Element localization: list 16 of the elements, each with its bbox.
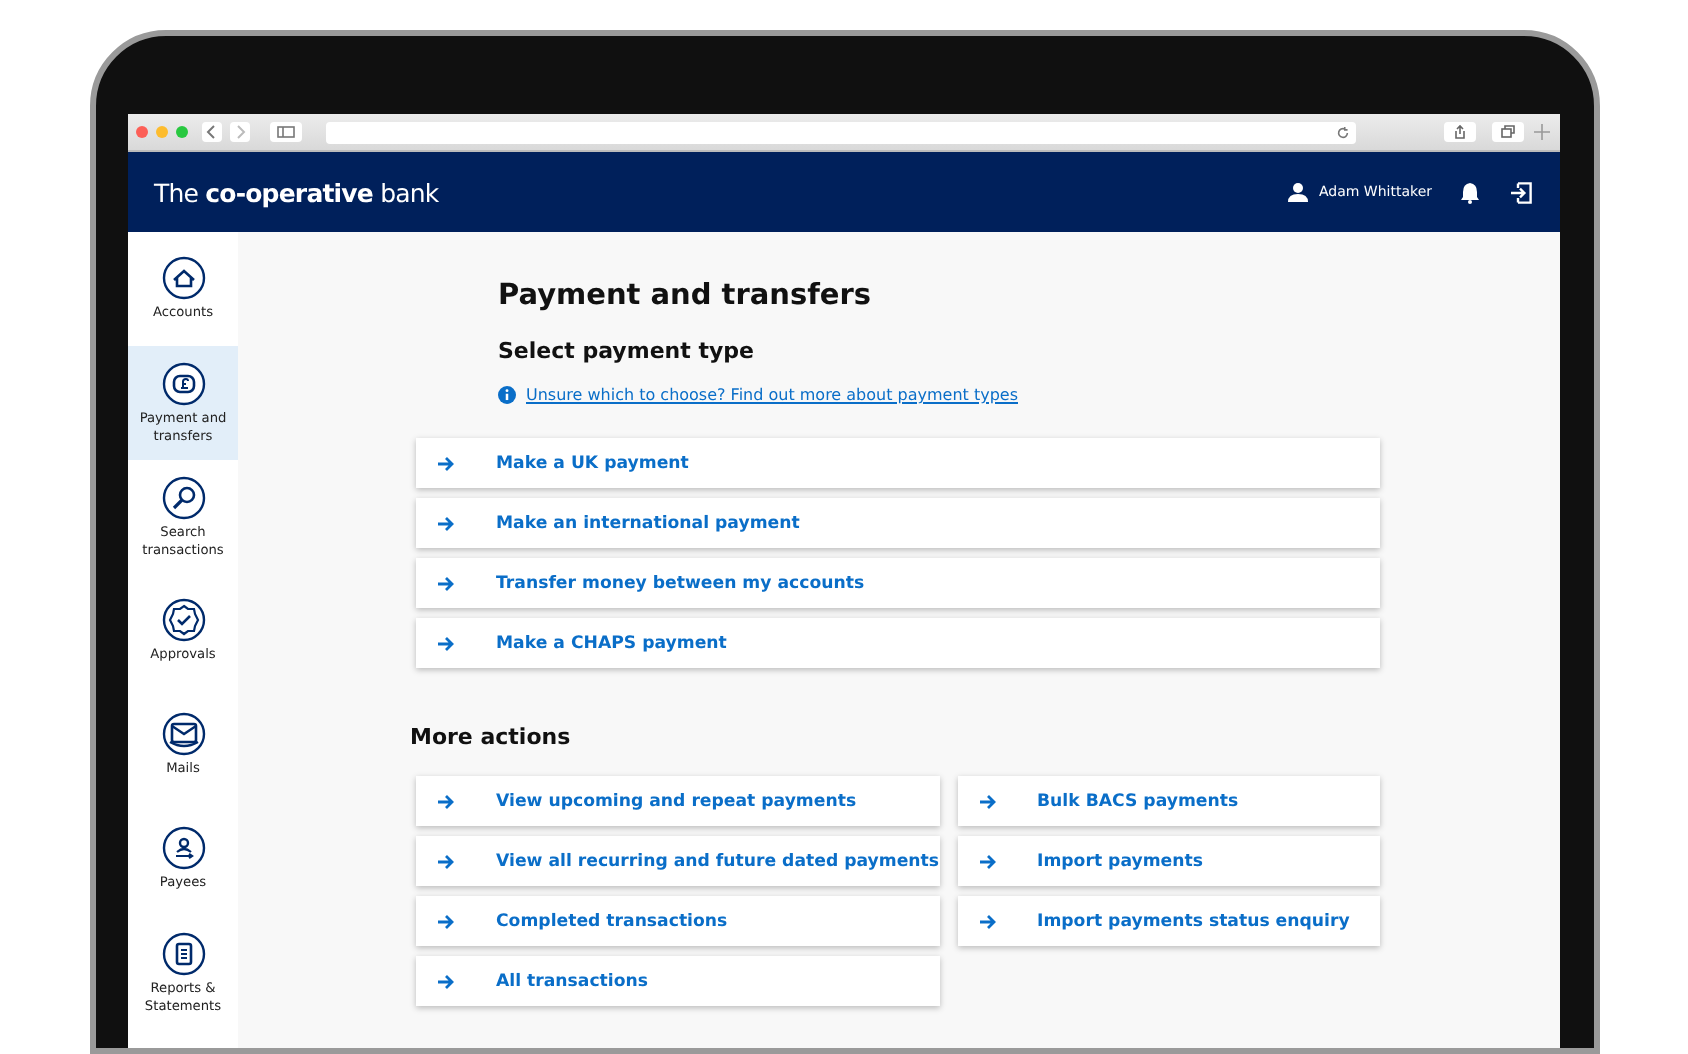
action-link[interactable]: Completed transactions (416, 896, 939, 946)
action-link[interactable]: Make a CHAPS payment (416, 618, 1380, 668)
action-link[interactable]: Make a UK payment (416, 438, 1380, 488)
section-heading: More actions (410, 724, 573, 750)
action-link[interactable]: Import payments status enquiry (957, 896, 1380, 946)
bank-logo[interactable]: The co-operative bank (154, 177, 439, 207)
info-link[interactable]: Unsure which to choose? Find out more about payment types (526, 386, 1018, 404)
page-title: Payment and transfers (498, 280, 874, 316)
action-link[interactable]: Bulk BACS payments (957, 776, 1380, 826)
action-link[interactable]: View all recurring and future dated payments (416, 836, 939, 886)
action-link[interactable]: All transactions (416, 956, 939, 1006)
action-link[interactable]: Import payments (957, 836, 1380, 886)
action-link[interactable]: Transfer money between my accounts (416, 558, 1380, 608)
section-heading: Select payment type (498, 338, 756, 364)
action-link[interactable]: Make an international payment (416, 498, 1380, 548)
action-link[interactable]: View upcoming and repeat payments (416, 776, 939, 826)
